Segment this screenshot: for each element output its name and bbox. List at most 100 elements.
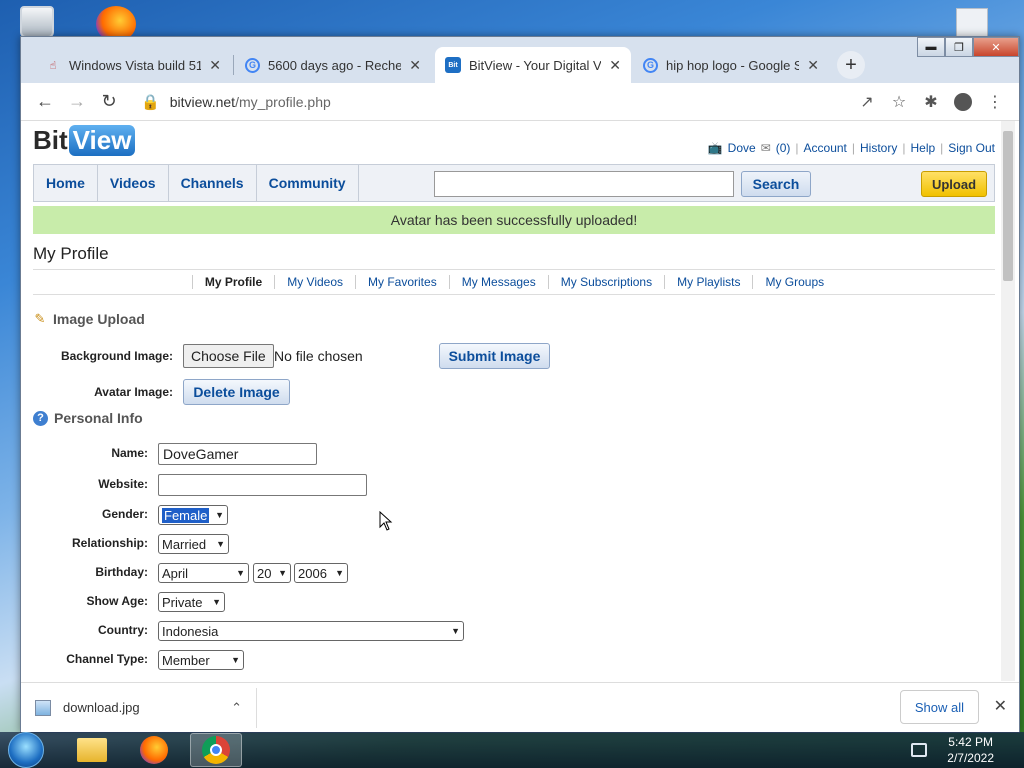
tab-recherche[interactable]: G 5600 days ago - Recherche ✕	[235, 47, 431, 83]
history-link[interactable]: History	[860, 141, 897, 155]
forward-icon[interactable]: →	[61, 88, 93, 116]
subnav-my-groups[interactable]: My Groups	[752, 275, 836, 289]
new-tab-button[interactable]: +	[837, 51, 865, 79]
pdf-icon: ☝	[49, 59, 57, 72]
no-file-chosen-text: No file chosen	[274, 348, 363, 364]
nav-home[interactable]: Home	[34, 165, 98, 201]
subnav-my-videos[interactable]: My Videos	[274, 275, 355, 289]
section-title: Image Upload	[53, 311, 145, 327]
subnav-my-favorites[interactable]: My Favorites	[355, 275, 449, 289]
info-icon: ?	[33, 410, 48, 426]
submit-image-button[interactable]: Submit Image	[439, 343, 550, 369]
tab-strip: ☝ Windows Vista build 5112 ✕ G 5600 days…	[21, 37, 1019, 83]
name-field[interactable]: DoveGamer	[158, 443, 317, 465]
logo-bit-text: Bit	[33, 125, 68, 155]
relationship-label: Relationship:	[71, 536, 148, 550]
chevron-up-icon[interactable]: ⌃	[231, 700, 242, 716]
browser-toolbar: ← → ↻ 🔒 bitview.net/my_profile.php ↗ ☆ ✱…	[21, 83, 1019, 121]
star-icon[interactable]: ☆	[883, 88, 915, 116]
separator: |	[851, 141, 856, 155]
taskbar-firefox[interactable]	[128, 733, 180, 767]
network-icon[interactable]	[911, 743, 928, 757]
share-icon[interactable]: ↗	[851, 88, 883, 116]
page-title: My Profile	[33, 244, 109, 263]
nav-community[interactable]: Community	[257, 165, 359, 201]
taskbar: 5:42 PM 2/7/2022	[0, 732, 1024, 768]
country-select[interactable]: Indonesia ▼	[158, 621, 464, 641]
search-input[interactable]	[434, 171, 734, 197]
close-icon[interactable]: ✕	[994, 696, 1007, 716]
name-label: Name:	[111, 446, 148, 460]
nav-channels[interactable]: Channels	[169, 165, 257, 201]
show-age-select[interactable]: Private ▼	[158, 592, 225, 612]
website-field[interactable]	[158, 474, 367, 496]
close-window-button[interactable]: ✕	[973, 37, 1019, 57]
upload-button[interactable]: Upload	[921, 171, 987, 197]
recycle-bin-icon[interactable]	[20, 6, 54, 38]
tv-icon: 📺	[707, 141, 723, 155]
help-link[interactable]: Help	[910, 141, 935, 155]
lock-icon[interactable]: 🔒	[141, 93, 160, 111]
back-icon[interactable]: ←	[29, 88, 61, 116]
choose-file-button[interactable]: Choose File	[183, 344, 274, 368]
pencil-icon: ✎	[34, 311, 46, 326]
tab-separator	[233, 55, 234, 75]
birthday-day-select[interactable]: 20 ▼	[253, 563, 291, 583]
username-link[interactable]: Dove	[728, 141, 756, 155]
bitview-icon: Bit	[445, 57, 461, 73]
subnav-my-messages[interactable]: My Messages	[448, 275, 548, 289]
search-button[interactable]: Search	[741, 171, 811, 197]
gender-label: Gender:	[101, 507, 148, 521]
delete-image-button[interactable]: Delete Image	[183, 379, 290, 405]
birthday-year-select[interactable]: 2006 ▼	[294, 563, 348, 583]
url-path: /my_profile.php	[235, 93, 331, 110]
clock[interactable]: 5:42 PM 2/7/2022	[947, 734, 994, 766]
page-scrollbar[interactable]	[1001, 121, 1015, 681]
chevron-down-icon: ▼	[231, 655, 240, 665]
subnav-my-subscriptions[interactable]: My Subscriptions	[547, 275, 664, 289]
minimize-button[interactable]: ▬	[917, 37, 945, 57]
bitview-logo[interactable]: Bit View	[33, 125, 136, 156]
download-item[interactable]: download.jpg ⌃	[21, 687, 257, 728]
close-tab-icon[interactable]: ✕	[209, 57, 221, 74]
clock-time: 5:42 PM	[948, 735, 993, 749]
relationship-select[interactable]: Married ▼	[158, 534, 229, 554]
address-bar[interactable]: 🔒 bitview.net/my_profile.php	[131, 87, 851, 117]
account-link[interactable]: Account	[804, 141, 847, 155]
url-domain: bitview.net	[169, 93, 236, 110]
nav-videos[interactable]: Videos	[98, 165, 169, 201]
show-all-button[interactable]: Show all	[899, 690, 979, 724]
tab-title: 5600 days ago - Recherche	[268, 57, 401, 73]
separator: |	[902, 141, 906, 155]
extensions-icon[interactable]: ✱	[915, 88, 947, 116]
subnav-my-profile[interactable]: My Profile	[191, 275, 274, 289]
tab-windows-vista[interactable]: ☝ Windows Vista build 5112 ✕	[35, 47, 231, 83]
profile-icon[interactable]	[947, 88, 979, 116]
taskbar-chrome[interactable]	[190, 733, 242, 767]
user-links: 📺 Dove ✉ (0) | Account | History | Help …	[708, 141, 995, 155]
sign-out-link[interactable]: Sign Out	[948, 141, 995, 155]
section-title: Personal Info	[54, 410, 143, 426]
personal-info-heading: ? Personal Info	[33, 410, 143, 426]
tab-hip-hop-logo[interactable]: G hip hop logo - Google Search ✕	[633, 47, 829, 83]
maximize-button[interactable]: ❐	[945, 37, 973, 57]
close-tab-icon[interactable]: ✕	[609, 57, 621, 74]
close-tab-icon[interactable]: ✕	[807, 57, 819, 74]
scrollbar-thumb[interactable]	[1003, 131, 1013, 281]
birthday-month-select[interactable]: April ▼	[158, 563, 249, 583]
tab-bitview[interactable]: Bit BitView - Your Digital Video ✕	[435, 47, 631, 83]
messages-link[interactable]: (0)	[776, 141, 791, 155]
gender-select[interactable]: Female ▼	[158, 505, 228, 525]
mouse-cursor-icon	[379, 511, 393, 531]
separator: |	[795, 141, 799, 155]
taskbar-explorer[interactable]	[66, 733, 118, 767]
close-tab-icon[interactable]: ✕	[409, 57, 421, 74]
subnav-my-playlists[interactable]: My Playlists	[664, 275, 752, 289]
website-label: Website:	[98, 477, 148, 491]
channel-type-select[interactable]: Member ▼	[158, 650, 244, 670]
menu-icon[interactable]: ⋮	[979, 88, 1011, 116]
window-controls: ▬ ❐ ✕	[917, 37, 1019, 57]
logo-view-text: View	[68, 125, 136, 156]
start-button[interactable]	[8, 732, 44, 768]
reload-icon[interactable]: ↻	[93, 88, 125, 116]
